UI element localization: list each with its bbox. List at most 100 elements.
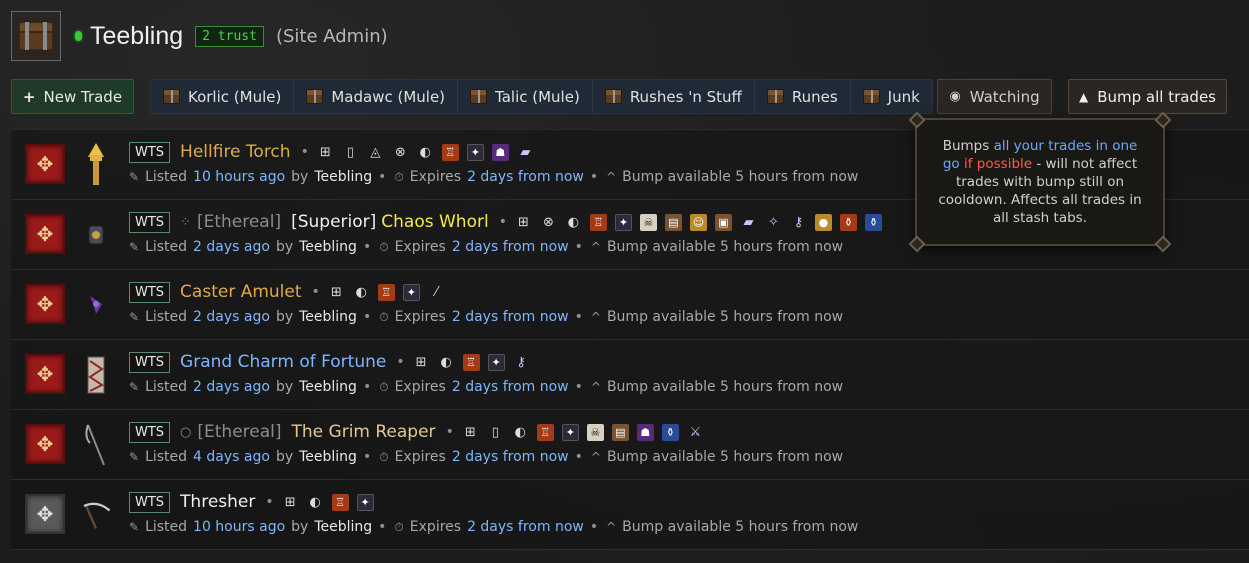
- wts-tag: WTS: [129, 351, 171, 373]
- ethereal-label: [Ethereal]: [196, 212, 282, 232]
- ladder-icon: ◐: [309, 494, 321, 510]
- chevron-up-icon: ▲: [1078, 89, 1089, 104]
- switch-icon: ▯: [346, 144, 354, 160]
- chest-icon: [766, 89, 784, 104]
- bump-status: Bump available 5 hours from now: [622, 169, 859, 185]
- trade-user[interactable]: Teebling: [314, 519, 372, 535]
- item-name[interactable]: Chaos Whorl: [381, 212, 488, 232]
- item-image-reaper[interactable]: [81, 420, 111, 470]
- tab-korlic[interactable]: Korlic (Mule): [151, 80, 295, 113]
- item-name[interactable]: Hellfire Torch: [180, 142, 291, 162]
- trade-title: WTS Caster Amulet • ⊞ ◐ ♖ ✦ ⁄: [129, 280, 453, 304]
- move-cross-icon: ✥: [36, 432, 54, 456]
- bump-all-button[interactable]: ▲ Bump all trades: [1068, 79, 1227, 114]
- bump-all-tooltip: Bumps all your trades in one go if possi…: [908, 111, 1172, 253]
- tab-junk[interactable]: Junk: [851, 80, 932, 113]
- item-image-thresher[interactable]: [81, 490, 111, 540]
- expansion-icon: ✦: [466, 143, 484, 161]
- trade-meta: ✎ Listed 4 days ago by Teebling • ⏱ Expi…: [129, 449, 844, 465]
- tab-label: Runes: [791, 87, 838, 106]
- tab-label: Korlic (Mule): [188, 87, 282, 106]
- sword-icon: ⚔: [689, 424, 702, 440]
- scroll-icon: ▤: [611, 423, 629, 441]
- stopwatch-icon: ⏱: [394, 169, 404, 184]
- wts-tag: WTS: [129, 281, 171, 303]
- chevron-up-icon: ^: [590, 450, 601, 464]
- tab-runes[interactable]: Runes: [755, 80, 851, 113]
- expansion-icon: ✦: [487, 353, 505, 371]
- stopwatch-icon: ⏱: [379, 309, 389, 324]
- potion-blue-icon: ⚱: [864, 213, 882, 231]
- stopwatch-icon: ⏱: [379, 379, 389, 394]
- expires-time: 2 days from now: [451, 309, 569, 325]
- move-trade-button[interactable]: ✥: [25, 214, 65, 254]
- trade-user[interactable]: Teebling: [299, 449, 357, 465]
- expires-time: 2 days from now: [467, 519, 584, 535]
- chest-icon: [862, 89, 880, 104]
- trade-title: WTS Hellfire Torch • ⊞ ▯ ◬ ⊗ ◐ ♖ ✦ ☗ ▰: [129, 140, 542, 164]
- tab-talic[interactable]: Talic (Mule): [458, 80, 593, 113]
- trade-meta: ✎ Listed 2 days ago by Teebling • ⏱ Expi…: [129, 379, 844, 395]
- chevron-up-icon: ^: [590, 380, 601, 394]
- item-name[interactable]: The Grim Reaper: [292, 422, 436, 442]
- trade-user[interactable]: Teebling: [299, 379, 357, 395]
- trade-meta: ✎ Listed 10 hours ago by Teebling • ⏱ Ex…: [129, 169, 859, 185]
- socket-icon: ○: [180, 424, 192, 440]
- username[interactable]: Teebling: [90, 22, 183, 51]
- bump-status: Bump available 5 hours from now: [606, 309, 844, 325]
- chest-icon: [17, 20, 55, 52]
- skull-icon: ☠: [586, 423, 604, 441]
- profile-header: Teebling 2 trust (Site Admin): [11, 11, 388, 61]
- bump-status: Bump available 5 hours from now: [622, 519, 859, 535]
- wts-tag: WTS: [129, 421, 171, 443]
- move-cross-icon: ✥: [36, 292, 54, 316]
- move-trade-button[interactable]: ✥: [25, 354, 65, 394]
- gold-icon: ●: [814, 213, 832, 231]
- hardcore-icon: ♖: [331, 493, 349, 511]
- ladder-icon: ◐: [514, 424, 526, 440]
- potion-red-icon: ⚱: [839, 213, 857, 231]
- watching-button[interactable]: ◉ Watching: [937, 79, 1052, 114]
- feather-icon: ✎: [129, 240, 140, 254]
- item-image-whorl[interactable]: [81, 210, 111, 260]
- tab-label: Rushes 'n Stuff: [629, 87, 742, 106]
- item-image-torch[interactable]: [81, 140, 111, 190]
- trade-row: ✥ WTS Thresher • ⊞ ◐ ♖ ✦ ✎ Listed 10 hou…: [11, 480, 1249, 550]
- item-image-charm[interactable]: [81, 350, 111, 400]
- bump-status: Bump available 5 hours from now: [606, 239, 844, 255]
- rune-icon: ▰: [520, 144, 531, 160]
- trade-user[interactable]: Teebling: [314, 169, 372, 185]
- expansion-icon: ✦: [614, 213, 632, 231]
- expires-time: 2 days from now: [451, 379, 569, 395]
- trade-title: WTS ⁘ [Ethereal] [Superior] Chaos Whorl …: [129, 210, 890, 234]
- quality-label: [Superior]: [291, 212, 377, 232]
- move-trade-button[interactable]: ✥: [25, 494, 65, 534]
- bag-icon: ▣: [714, 213, 732, 231]
- trade-user[interactable]: Teebling: [299, 239, 357, 255]
- playstation-icon: ◬: [370, 144, 381, 160]
- expansion-icon: ✦: [561, 423, 579, 441]
- tab-label: Madawc (Mule): [331, 87, 446, 106]
- plus-icon: +: [22, 87, 36, 106]
- item-image-amulet[interactable]: [81, 280, 111, 330]
- stash-tabs: Korlic (Mule) Madawc (Mule) Talic (Mule)…: [150, 79, 933, 114]
- key-icon: ⚷: [516, 354, 526, 370]
- trade-row: ✥ WTS ○ [Ethereal] The Grim Reaper • ⊞ ▯…: [11, 410, 1249, 480]
- key-icon: ⚷: [793, 214, 804, 230]
- tab-madawc[interactable]: Madawc (Mule): [294, 80, 459, 113]
- item-name[interactable]: Thresher: [180, 492, 255, 512]
- move-trade-button[interactable]: ✥: [25, 424, 65, 464]
- item-name[interactable]: Grand Charm of Fortune: [180, 352, 386, 372]
- move-trade-button[interactable]: ✥: [25, 284, 65, 324]
- new-trade-button[interactable]: + New Trade: [11, 79, 134, 114]
- chest-icon: [163, 89, 180, 104]
- trade-user[interactable]: Teebling: [299, 309, 357, 325]
- scroll-icon: ▤: [664, 213, 682, 231]
- xbox-icon: ⊗: [543, 214, 554, 230]
- avatar[interactable]: [11, 11, 61, 61]
- tab-rushes[interactable]: Rushes 'n Stuff: [593, 80, 755, 113]
- move-cross-icon: ✥: [36, 222, 54, 246]
- wts-tag: WTS: [129, 491, 171, 513]
- move-trade-button[interactable]: ✥: [25, 144, 65, 184]
- item-name[interactable]: Caster Amulet: [180, 282, 301, 302]
